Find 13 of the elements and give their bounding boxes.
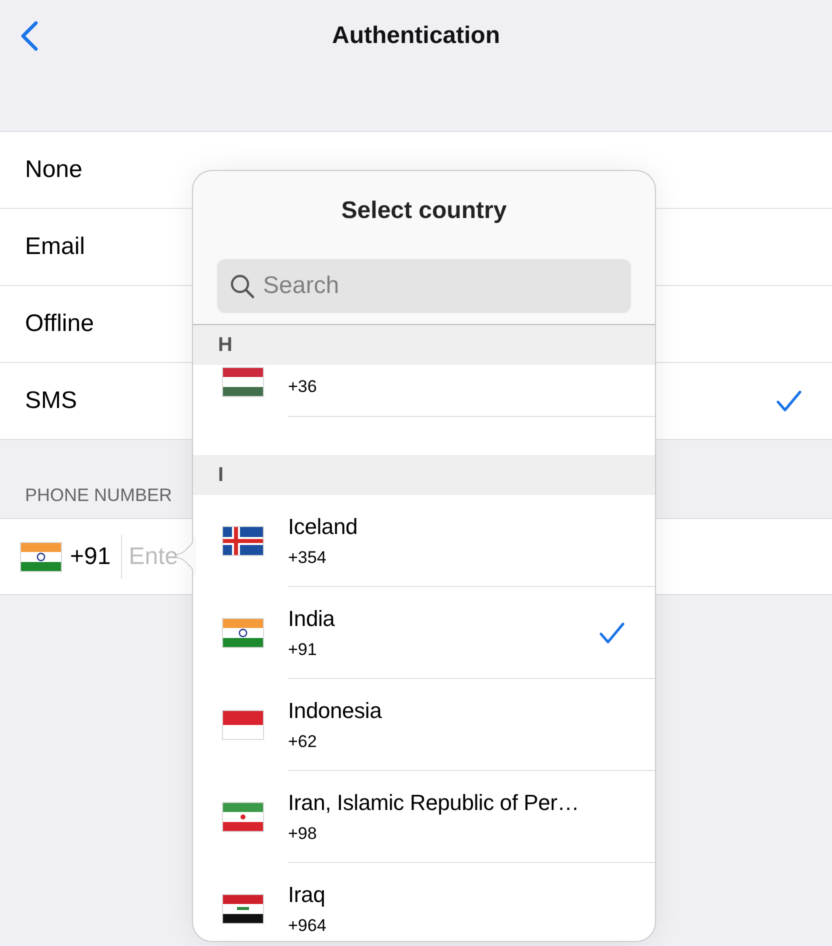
dial-code: +354: [288, 548, 328, 568]
dial-code: +98: [288, 824, 318, 844]
section-letter: I: [193, 455, 655, 495]
dial-code: +36: [288, 377, 317, 397]
section-letter: H: [193, 325, 655, 365]
country-name: Iran, Islamic Republic of Per…: [288, 790, 580, 816]
dial-code: +62: [288, 732, 318, 752]
country-name: India: [288, 606, 335, 632]
dial-code: +964: [288, 916, 326, 936]
country-name: Iraq: [288, 882, 326, 908]
screen-title: Authentication: [332, 22, 500, 50]
country-name: Indonesia: [288, 698, 382, 724]
dial-code: +91: [288, 640, 318, 660]
